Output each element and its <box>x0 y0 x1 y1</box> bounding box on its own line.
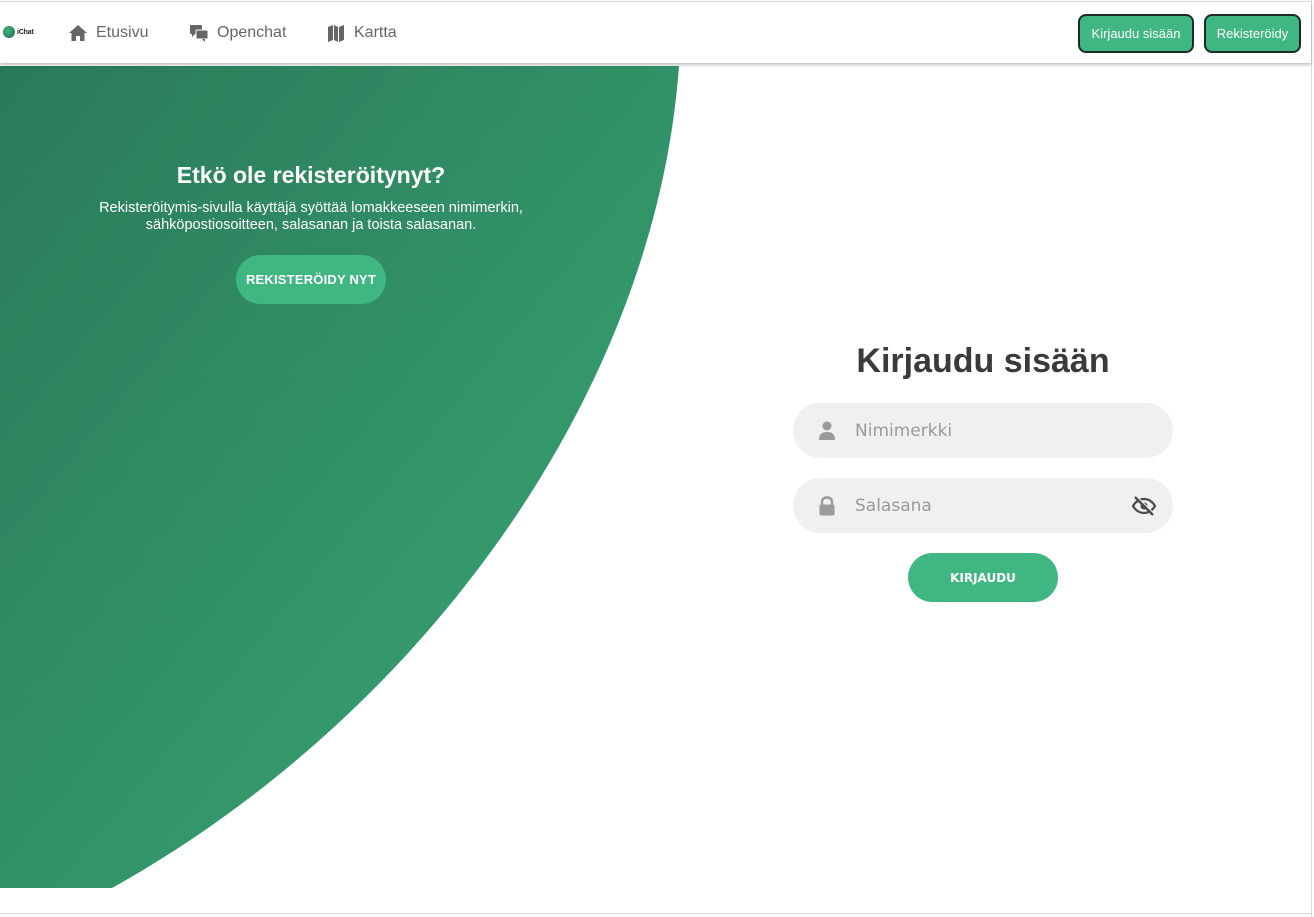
logo-text: iChat <box>17 28 34 36</box>
login-title: Kirjaudu sisään <box>856 342 1110 380</box>
nav-link-label: Openchat <box>217 24 287 41</box>
map-icon <box>326 23 346 43</box>
username-input[interactable] <box>855 403 1115 458</box>
page-bottom-border <box>0 913 1312 914</box>
lock-icon <box>818 496 836 516</box>
nav-link-label: Kartta <box>354 24 397 41</box>
login-submit-button[interactable]: KIRJAUDU <box>908 553 1058 602</box>
user-icon <box>818 421 836 441</box>
promo-text-line: Rekisteröitymis-sivulla käyttäjä syöttää… <box>99 200 523 216</box>
eye-slash-icon[interactable] <box>1131 495 1157 517</box>
chat-bubbles-icon <box>189 23 209 43</box>
page-right-border <box>1311 0 1312 917</box>
nav-link-label: Etusivu <box>96 24 149 41</box>
promo-title: Etkö ole rekisteröitynyt? <box>176 162 446 188</box>
register-promo: Etkö ole rekisteröitynyt? Rekisteröitymi… <box>60 162 562 234</box>
home-icon <box>68 23 88 43</box>
promo-text-line: sähköpostiosoitteen, salasanan ja toista… <box>145 217 477 233</box>
nav-link-etusivu[interactable]: Etusivu <box>68 21 148 45</box>
top-navbar: iChat Etusivu Openchat Kartta Kirjaudu s… <box>0 1 1311 63</box>
password-field <box>793 478 1173 533</box>
logo-globe-icon <box>3 26 15 38</box>
nav-link-kartta[interactable]: Kartta <box>326 21 397 45</box>
password-input[interactable] <box>855 478 1115 533</box>
nav-register-button[interactable]: Rekisteröidy <box>1204 14 1301 53</box>
nav-login-button[interactable]: Kirjaudu sisään <box>1078 14 1194 53</box>
nav-link-openchat[interactable]: Openchat <box>189 21 286 45</box>
register-now-button[interactable]: REKISTERÖIDY NYT <box>236 255 386 304</box>
logo[interactable]: iChat <box>3 26 34 38</box>
username-field <box>793 403 1173 458</box>
promo-text: Rekisteröitymis-sivulla käyttäjä syöttää… <box>60 200 562 234</box>
